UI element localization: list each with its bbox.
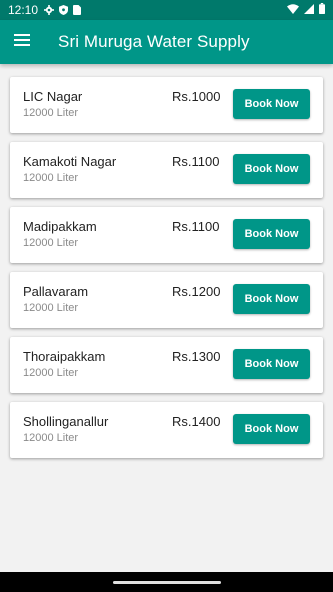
quantity-label: 12000 Liter (23, 432, 79, 444)
price-label: Rs.1100 (172, 219, 220, 234)
wifi-icon (287, 3, 299, 17)
location-name: Pallavaram (23, 284, 89, 299)
list-item-pallavaram: Pallavaram 12000 Liter Rs.1200 Book Now (10, 272, 323, 328)
app-bar: Sri Muruga Water Supply (0, 20, 333, 64)
price-label: Rs.1300 (172, 349, 221, 364)
list-item-thoraipakkam: Thoraipakkam 12000 Liter Rs.1300 Book No… (10, 337, 323, 393)
home-gesture-handle[interactable] (112, 580, 221, 584)
supply-list: LIC Nagar 12000 Liter Rs.1000 Book Now K… (10, 77, 323, 467)
menu-icon (14, 33, 30, 51)
book-now-button[interactable]: Book Now (233, 154, 310, 184)
quantity-label: 12000 Liter (23, 302, 79, 314)
list-item-lic-nagar: LIC Nagar 12000 Liter Rs.1000 Book Now (10, 77, 323, 133)
book-now-button[interactable]: Book Now (233, 349, 310, 379)
list-item-shollinganallur: Shollinganallur 12000 Liter Rs.1400 Book… (10, 402, 323, 458)
price-label: Rs.1000 (172, 89, 221, 104)
sim-card-icon (73, 5, 82, 15)
quantity-label: 12000 Liter (23, 237, 79, 249)
signal-icon (304, 3, 314, 17)
location-name: LIC Nagar (23, 89, 83, 104)
gear-icon (44, 5, 55, 15)
quantity-label: 12000 Liter (23, 107, 79, 119)
shield-icon (59, 5, 69, 15)
status-time: 12:10 (8, 3, 39, 17)
book-now-button[interactable]: Book Now (233, 414, 310, 444)
status-bar: 12:10 (0, 0, 333, 20)
list-item-kamakoti-nagar: Kamakoti Nagar 12000 Liter Rs.1100 Book … (10, 142, 323, 198)
book-now-button[interactable]: Book Now (233, 89, 310, 119)
battery-icon (319, 3, 325, 17)
price-label: Rs.1400 (172, 414, 221, 429)
location-name: Thoraipakkam (23, 349, 106, 364)
page-title: Sri Muruga Water Supply (58, 32, 250, 51)
quantity-label: 12000 Liter (23, 172, 79, 184)
book-now-button[interactable]: Book Now (233, 284, 310, 314)
price-label: Rs.1200 (172, 284, 221, 299)
navigation-bar (0, 572, 333, 592)
location-name: Shollinganallur (23, 414, 109, 429)
location-name: Kamakoti Nagar (23, 154, 117, 169)
list-item-madipakkam: Madipakkam 12000 Liter Rs.1100 Book Now (10, 207, 323, 263)
book-now-button[interactable]: Book Now (233, 219, 310, 249)
location-name: Madipakkam (23, 219, 97, 234)
price-label: Rs.1100 (172, 154, 220, 169)
menu-button[interactable] (0, 20, 44, 64)
quantity-label: 12000 Liter (23, 367, 79, 379)
